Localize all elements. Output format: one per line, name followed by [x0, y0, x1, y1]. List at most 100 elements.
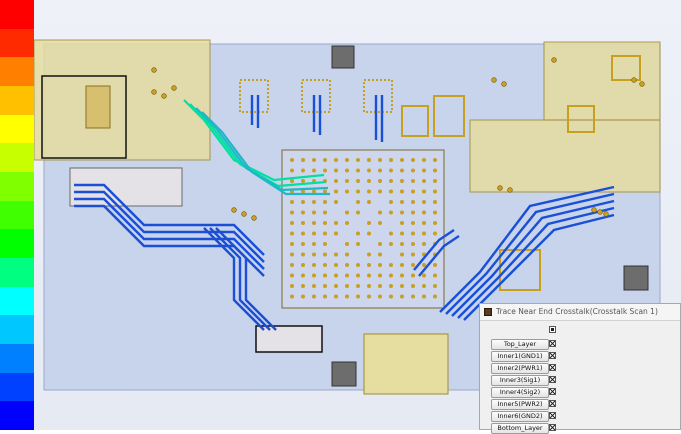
bga-ball	[411, 252, 415, 257]
via	[551, 57, 557, 63]
bga-ball	[312, 221, 316, 225]
dialog-title: Trace Near End Crosstalk(Crosstalk Scan …	[496, 307, 658, 316]
bga-ball	[378, 221, 382, 225]
bga-ball	[312, 168, 316, 173]
bga-ball	[378, 179, 382, 183]
bga-ball	[433, 179, 437, 183]
crosstalk-layer-dialog[interactable]: Trace Near End Crosstalk(Crosstalk Scan …	[479, 303, 681, 434]
bga-ball	[345, 189, 349, 194]
bga-ball	[312, 252, 316, 257]
layer-button[interactable]: Inner2(PWR1)	[491, 363, 549, 374]
bga-ball	[378, 210, 382, 215]
bga-ball	[400, 294, 404, 299]
via	[507, 187, 513, 193]
bga-ball	[290, 168, 294, 173]
bga-ball	[433, 158, 437, 162]
via	[603, 211, 609, 217]
bga-ball	[422, 294, 426, 299]
bga-ball	[389, 179, 393, 183]
bga-ball	[345, 221, 349, 225]
bga-ball	[334, 200, 338, 204]
bga-ball	[422, 242, 426, 246]
left-ic-pad	[85, 85, 111, 129]
layer-button[interactable]: Inner6(GND2)	[491, 411, 549, 422]
bga-ball	[400, 263, 404, 267]
bga-ball	[323, 231, 327, 236]
layer-button[interactable]: Inner4(Sig2)	[491, 387, 549, 398]
layer-button[interactable]: Inner3(Sig1)	[491, 375, 549, 386]
bga-ball	[301, 200, 305, 204]
layer-visibility-checkbox[interactable]	[549, 412, 556, 419]
via	[597, 209, 603, 215]
via	[241, 211, 247, 217]
bga-ball	[367, 168, 371, 173]
bga-ball	[411, 284, 415, 288]
bga-ball	[323, 168, 327, 173]
bga-ball	[411, 231, 415, 236]
layer-button[interactable]: Inner1(GND1)	[491, 351, 549, 362]
layer-button[interactable]: Bottom_Layer	[491, 423, 549, 434]
bga-ball	[378, 252, 382, 257]
bga-ball	[301, 221, 305, 225]
bga-ball	[334, 231, 338, 236]
left-mid-connector	[69, 167, 183, 207]
bga-ball	[334, 284, 338, 288]
bga-ball	[367, 231, 371, 236]
bga-ball	[323, 294, 327, 299]
bga-ball	[400, 200, 404, 204]
bga-ball	[433, 168, 437, 173]
bga-ball	[389, 210, 393, 215]
layer-visibility-checkbox[interactable]	[549, 364, 556, 371]
bga-ball	[411, 158, 415, 162]
via	[151, 67, 157, 73]
bga-ball	[433, 231, 437, 236]
bga-ball	[334, 158, 338, 162]
layer-visibility-checkbox[interactable]	[549, 388, 556, 395]
legend-swatch	[0, 372, 34, 402]
bga-ball	[290, 231, 294, 236]
bga-ball	[356, 294, 360, 299]
layer-visibility-checkbox[interactable]	[549, 376, 556, 383]
via	[231, 207, 237, 213]
layer-visibility-checkbox[interactable]	[549, 340, 556, 347]
bga-ball	[389, 158, 393, 162]
bga-ball	[400, 242, 404, 246]
bga-ball	[301, 263, 305, 267]
legend-swatch	[0, 229, 34, 259]
legend-swatch	[0, 401, 34, 431]
bga-ball	[290, 179, 294, 183]
bga-ball	[378, 242, 382, 246]
bga-ball	[400, 273, 404, 278]
all-layers-toggle[interactable]	[549, 326, 556, 333]
layer-visibility-checkbox[interactable]	[549, 400, 556, 407]
via	[497, 185, 503, 191]
bga-ball	[389, 168, 393, 173]
bga-ball	[312, 263, 316, 267]
bga-ball	[378, 284, 382, 288]
bga-ball	[411, 168, 415, 173]
bga-ball	[334, 179, 338, 183]
bga-ball	[378, 294, 382, 299]
bga-ball	[345, 252, 349, 257]
bga-ball	[301, 273, 305, 278]
bga-ball	[312, 158, 316, 162]
mount-pad-top	[331, 45, 355, 69]
bga-ball	[290, 221, 294, 225]
bga-ball	[389, 294, 393, 299]
bga-ball	[411, 242, 415, 246]
bga-ball	[389, 231, 393, 236]
layer-button[interactable]: Inner5(PWR2)	[491, 399, 549, 410]
bga-ball	[323, 210, 327, 215]
bga-ball	[345, 210, 349, 215]
right-top-area	[543, 41, 661, 121]
bga-ball	[378, 158, 382, 162]
via	[161, 93, 167, 99]
legend-swatch	[0, 344, 34, 374]
legend-swatch	[0, 0, 34, 30]
via	[631, 77, 637, 83]
dialog-title-bar[interactable]: Trace Near End Crosstalk(Crosstalk Scan …	[480, 304, 680, 321]
bga-ball	[356, 189, 360, 194]
layer-visibility-checkbox[interactable]	[549, 352, 556, 359]
bga-ball	[356, 158, 360, 162]
layer-button[interactable]: Top_Layer	[491, 339, 549, 350]
